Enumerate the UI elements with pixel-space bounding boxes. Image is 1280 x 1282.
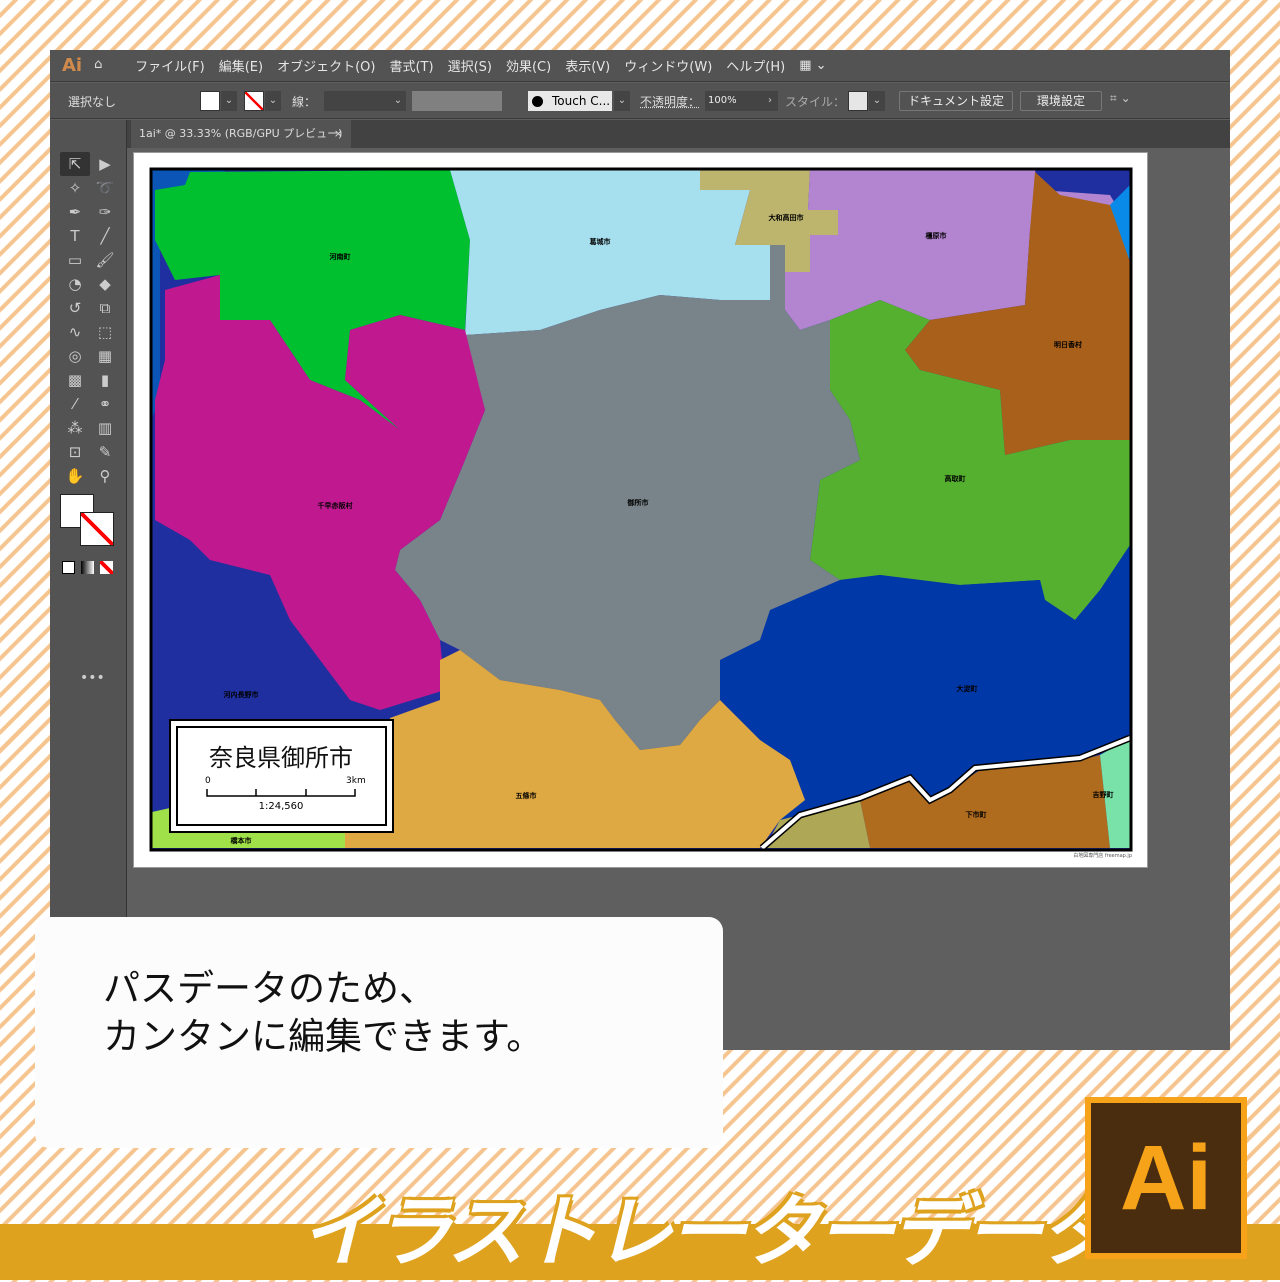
label-shimoichi: 下市町 (966, 810, 987, 819)
label-gojo: 五條市 (516, 791, 537, 800)
scale-end: 3km (346, 776, 366, 786)
label-yoshino: 吉野町 (1093, 790, 1114, 799)
label-kashihara: 橿原市 (926, 231, 947, 240)
map-credit: 白地図専門店 freemap.jp (1073, 852, 1132, 859)
caption-line: パスデータのため、 (103, 967, 436, 1010)
illustrator-logo: Ai (1085, 1097, 1247, 1259)
label-hashimoto: 橋本市 (231, 836, 252, 845)
label-takatori: 高取町 (945, 474, 966, 483)
banner-title: イラストレーターデータ (300, 1188, 1116, 1278)
label-kanan: 河南町 (330, 252, 351, 261)
logo-text: Ai (1091, 1103, 1241, 1253)
scale-start: 0 (205, 776, 211, 786)
label-chihayaakasaka: 千早赤阪村 (318, 501, 353, 510)
legend-title: 奈良県御所市 (209, 744, 353, 772)
label-yamatotakada: 大和高田市 (769, 213, 804, 222)
label-kawachinagano: 河内長野市 (224, 690, 259, 699)
caption-box: パスデータのため、 カンタンに編集できます。 (35, 917, 723, 1148)
scale-ratio: 1:24,560 (259, 801, 304, 812)
label-katsuragi: 葛城市 (589, 237, 611, 246)
caption-line: カンタンに編集できます。 (103, 1015, 544, 1058)
map-legend: 奈良県御所市 0 3km 1:24,560 (169, 719, 394, 833)
label-asuka: 明日香村 (1054, 340, 1082, 349)
label-oyodo: 大淀町 (957, 684, 978, 693)
label-gose: 御所市 (627, 498, 649, 507)
